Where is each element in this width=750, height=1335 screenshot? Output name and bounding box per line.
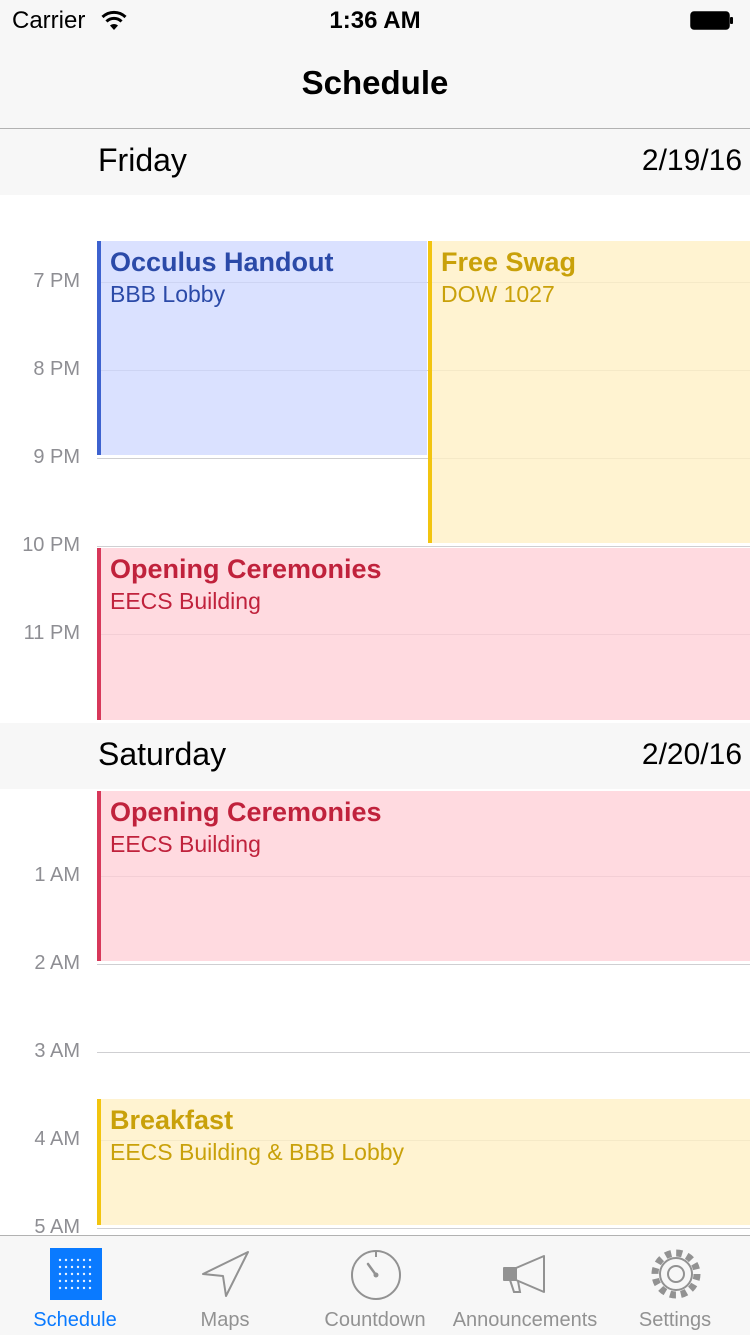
hour-label: 5 AM <box>34 1216 80 1235</box>
event-card[interactable]: Breakfast EECS Building & BBB Lobby <box>97 1099 750 1225</box>
stopwatch-icon <box>351 1250 401 1300</box>
event-title: Occulus Handout <box>110 247 334 277</box>
hour-line <box>97 964 750 965</box>
tab-label: Schedule <box>33 1309 117 1331</box>
event-title: Opening Ceremonies <box>110 797 382 827</box>
hour-line <box>97 546 750 547</box>
hour-label: 1 AM <box>34 864 80 886</box>
calendar-grid-icon <box>50 1248 102 1300</box>
event-card[interactable]: Opening Ceremonies EECS Building <box>97 791 750 961</box>
tab-schedule[interactable]: Schedule <box>0 1236 150 1335</box>
hour-label: 8 PM <box>33 358 80 380</box>
tab-countdown[interactable]: Countdown <box>300 1236 450 1335</box>
tab-settings[interactable]: Settings <box>600 1236 750 1335</box>
hour-label: 3 AM <box>34 1040 80 1062</box>
hour-label: 4 AM <box>34 1128 80 1150</box>
event-location: EECS Building & BBB Lobby <box>110 1139 405 1165</box>
tab-bar: Schedule Maps Countdown Announcements Se… <box>0 1235 750 1335</box>
hour-label: 2 AM <box>34 952 80 974</box>
tab-label: Countdown <box>324 1309 426 1331</box>
event-card[interactable]: Free Swag DOW 1027 <box>428 241 750 543</box>
event-title: Free Swag <box>441 247 577 277</box>
hour-label: 10 PM <box>22 534 80 556</box>
event-location: DOW 1027 <box>441 281 555 307</box>
day-name: Friday <box>98 142 187 178</box>
event-card[interactable]: Opening Ceremonies EECS Building <box>97 548 750 720</box>
gear-icon <box>651 1249 701 1299</box>
event-location: EECS Building <box>110 831 261 857</box>
tab-maps[interactable]: Maps <box>150 1236 300 1335</box>
navigation-bar: Schedule <box>0 40 750 129</box>
day-name: Saturday <box>98 736 227 772</box>
battery-icon <box>690 11 733 30</box>
status-time: 1:36 AM <box>329 7 421 34</box>
megaphone-icon <box>503 1255 545 1293</box>
event-location: BBB Lobby <box>110 281 226 307</box>
hour-line <box>97 1228 750 1229</box>
tab-label: Settings <box>638 1309 712 1331</box>
event-card[interactable]: Occulus Handout BBB Lobby <box>97 241 427 455</box>
status-bar: Carrier 1:36 AM <box>0 0 750 40</box>
event-title: Opening Ceremonies <box>110 554 382 584</box>
page-title: Schedule <box>301 64 449 101</box>
day-header-saturday: Saturday 2/20/16 <box>0 723 750 789</box>
tab-label: Announcements <box>452 1309 598 1331</box>
tab-announcements[interactable]: Announcements <box>450 1236 600 1335</box>
tab-label: Maps <box>200 1309 250 1331</box>
day-date: 2/19/16 <box>641 144 742 177</box>
hour-label: 11 PM <box>23 622 80 644</box>
day-date: 2/20/16 <box>641 738 742 771</box>
event-title: Breakfast <box>110 1105 234 1135</box>
hour-line <box>97 1052 750 1053</box>
hour-label: 9 PM <box>33 446 80 468</box>
hour-label: 7 PM <box>33 270 80 292</box>
schedule-scroll-view[interactable]: Friday 2/19/16 7 PM 8 PM 9 PM 10 PM 11 P… <box>0 129 750 1235</box>
location-arrow-icon <box>202 1251 249 1297</box>
day-header-friday: Friday 2/19/16 <box>0 129 750 195</box>
event-location: EECS Building <box>110 588 261 614</box>
